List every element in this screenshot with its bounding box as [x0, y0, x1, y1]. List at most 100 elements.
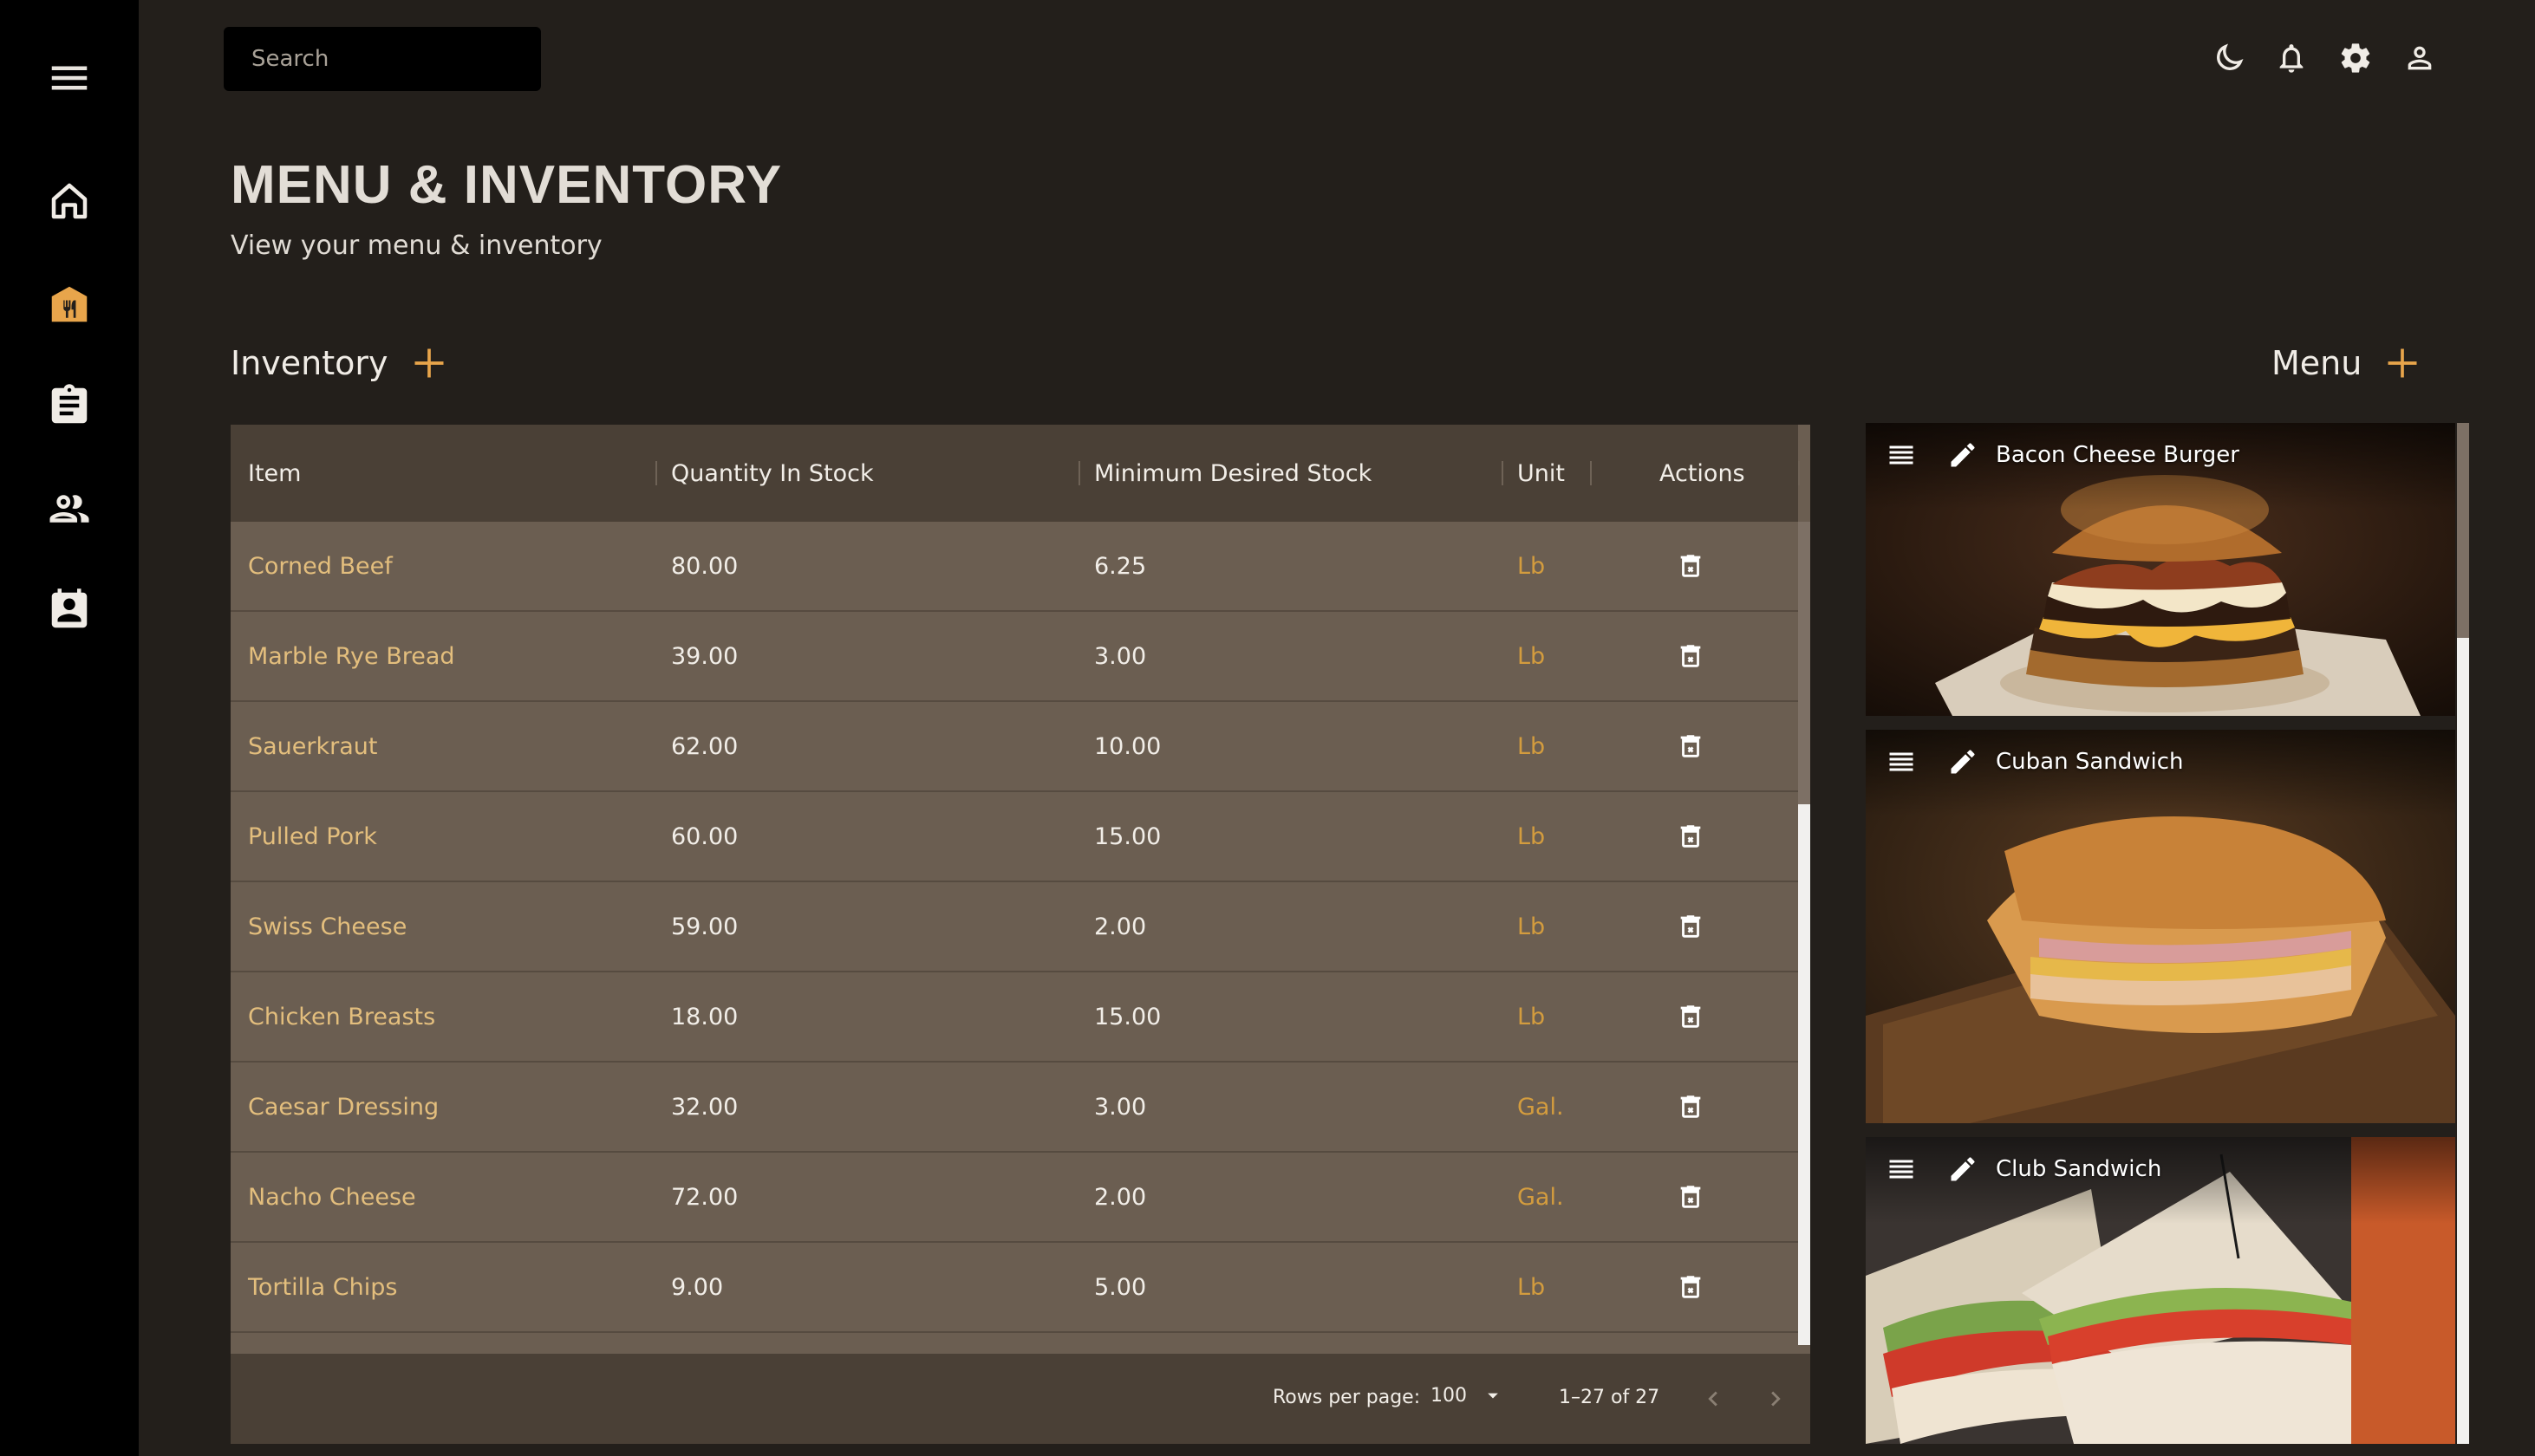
column-separator[interactable] — [655, 461, 657, 485]
cell-unit[interactable]: Lb — [1517, 612, 1545, 700]
table-row[interactable]: Corned Beef 80.00 6.25 Lb — [231, 522, 1798, 612]
card-toolbar: Cuban Sandwich — [1866, 730, 2455, 794]
cell-minimum[interactable]: 15.00 — [1094, 792, 1161, 881]
delete-row-button[interactable] — [1675, 731, 1706, 762]
account-button[interactable] — [2395, 33, 2445, 83]
cell-item[interactable]: Caesar Dressing — [248, 1063, 439, 1151]
cell-unit[interactable]: Lb — [1517, 1243, 1545, 1331]
sidebar-item-menu-inventory[interactable] — [35, 270, 104, 339]
cell-minimum[interactable]: 3.00 — [1094, 1063, 1146, 1151]
delete-row-button[interactable] — [1675, 640, 1706, 672]
trash-icon — [1680, 1186, 1701, 1208]
rows-per-page-select[interactable]: 100 — [1430, 1383, 1505, 1407]
page-title: MENU & INVENTORY — [231, 155, 783, 215]
cell-minimum[interactable]: 5.00 — [1094, 1243, 1146, 1331]
column-header-unit[interactable]: Unit — [1517, 425, 1565, 522]
table-row[interactable]: Tortilla Chips 9.00 5.00 Lb — [231, 1243, 1798, 1333]
table-row[interactable]: Swiss Cheese 59.00 2.00 Lb — [231, 882, 1798, 972]
menu-card[interactable]: Bacon Cheese Burger — [1866, 423, 2455, 716]
sidebar-item-contacts[interactable] — [35, 575, 104, 645]
delete-row-button[interactable] — [1675, 1181, 1706, 1212]
drag-handle[interactable] — [1885, 439, 1918, 471]
previous-page-button[interactable] — [1691, 1376, 1736, 1421]
cell-unit[interactable]: Lb — [1517, 792, 1545, 881]
drag-handle[interactable] — [1885, 1153, 1918, 1186]
edit-menu-item-button[interactable] — [1945, 438, 1980, 472]
add-inventory-button[interactable] — [407, 341, 451, 385]
edit-menu-item-button[interactable] — [1945, 1152, 1980, 1186]
cell-quantity[interactable]: 9.00 — [671, 1243, 723, 1331]
cell-unit[interactable]: Lb — [1517, 702, 1545, 790]
home-icon — [51, 183, 88, 219]
menu-header: Menu — [2271, 341, 2424, 385]
search-input[interactable] — [251, 46, 532, 72]
column-header-item[interactable]: Item — [248, 425, 301, 522]
table-scrollbar-track-lower[interactable] — [1798, 804, 1810, 1345]
settings-button[interactable] — [2330, 33, 2381, 83]
cell-item[interactable]: Marble Rye Bread — [248, 612, 455, 700]
menu-card[interactable]: Cuban Sandwich — [1866, 730, 2455, 1123]
cell-item[interactable]: Swiss Cheese — [248, 882, 407, 971]
cell-minimum[interactable]: 2.00 — [1094, 1153, 1146, 1241]
drag-handle[interactable] — [1885, 745, 1918, 778]
menu-toggle-button[interactable] — [35, 43, 104, 113]
contact-card-icon — [51, 588, 88, 628]
delete-row-button[interactable] — [1675, 1091, 1706, 1122]
column-separator[interactable] — [1079, 461, 1080, 485]
cell-quantity[interactable]: 39.00 — [671, 612, 738, 700]
delete-row-button[interactable] — [1675, 821, 1706, 852]
table-row[interactable]: Marble Rye Bread 39.00 3.00 Lb — [231, 612, 1798, 702]
cell-quantity[interactable]: 59.00 — [671, 882, 738, 971]
delete-row-button[interactable] — [1675, 550, 1706, 582]
notifications-button[interactable] — [2266, 33, 2317, 83]
column-separator[interactable] — [1590, 461, 1592, 485]
table-row[interactable]: Nacho Cheese 72.00 2.00 Gal. — [231, 1153, 1798, 1243]
cell-unit[interactable]: Lb — [1517, 882, 1545, 971]
menu-card[interactable]: Club Sandwich — [1866, 1137, 2455, 1444]
table-row[interactable]: Chicken Breasts 18.00 15.00 Lb — [231, 972, 1798, 1063]
drag-handle-icon — [1889, 1160, 1913, 1179]
table-scrollbar-thumb[interactable] — [1798, 522, 1810, 804]
cell-item[interactable]: Tortilla Chips — [248, 1243, 397, 1331]
next-page-button[interactable] — [1753, 1376, 1798, 1421]
cell-unit[interactable]: Lb — [1517, 522, 1545, 610]
column-separator[interactable] — [1502, 461, 1503, 485]
cell-minimum[interactable]: 2.00 — [1094, 882, 1146, 971]
cell-minimum[interactable]: 3.00 — [1094, 612, 1146, 700]
edit-menu-item-button[interactable] — [1945, 744, 1980, 779]
sidebar-item-home[interactable] — [35, 166, 104, 236]
sidebar-item-orders[interactable] — [35, 371, 104, 440]
settings-icon — [2341, 43, 2370, 73]
cell-item[interactable]: Chicken Breasts — [248, 972, 435, 1061]
column-header-minimum[interactable]: Minimum Desired Stock — [1094, 425, 1372, 522]
cell-quantity[interactable]: 32.00 — [671, 1063, 738, 1151]
cell-quantity[interactable]: 80.00 — [671, 522, 738, 610]
table-row[interactable]: Pulled Pork 60.00 15.00 Lb — [231, 792, 1798, 882]
table-row[interactable]: Sauerkraut 62.00 10.00 Lb — [231, 702, 1798, 792]
delete-row-button[interactable] — [1675, 1271, 1706, 1303]
add-menu-item-button[interactable] — [2381, 341, 2424, 385]
cell-unit[interactable]: Gal. — [1517, 1153, 1564, 1241]
cell-item[interactable]: Sauerkraut — [248, 702, 378, 790]
cell-minimum[interactable]: 15.00 — [1094, 972, 1161, 1061]
delete-row-button[interactable] — [1675, 1001, 1706, 1032]
delete-row-button[interactable] — [1675, 911, 1706, 942]
cell-minimum[interactable]: 6.25 — [1094, 522, 1146, 610]
cell-item[interactable]: Nacho Cheese — [248, 1153, 416, 1241]
menu-scrollbar-thumb[interactable] — [2457, 423, 2469, 638]
table-row[interactable]: Caesar Dressing 32.00 3.00 Gal. — [231, 1063, 1798, 1153]
cell-quantity[interactable]: 60.00 — [671, 792, 738, 881]
cell-unit[interactable]: Gal. — [1517, 1063, 1564, 1151]
column-separator[interactable] — [1798, 461, 1800, 485]
cell-item[interactable]: Pulled Pork — [248, 792, 377, 881]
cell-quantity[interactable]: 72.00 — [671, 1153, 738, 1241]
cell-quantity[interactable]: 62.00 — [671, 702, 738, 790]
cell-item[interactable]: Corned Beef — [248, 522, 393, 610]
column-header-quantity[interactable]: Quantity In Stock — [671, 425, 874, 522]
cell-unit[interactable]: Lb — [1517, 972, 1545, 1061]
cell-quantity[interactable]: 18.00 — [671, 972, 738, 1061]
sidebar-item-team[interactable] — [35, 474, 104, 543]
dark-mode-toggle[interactable] — [2204, 33, 2254, 83]
cell-minimum[interactable]: 10.00 — [1094, 702, 1161, 790]
chevron-left-icon — [1708, 1391, 1717, 1407]
